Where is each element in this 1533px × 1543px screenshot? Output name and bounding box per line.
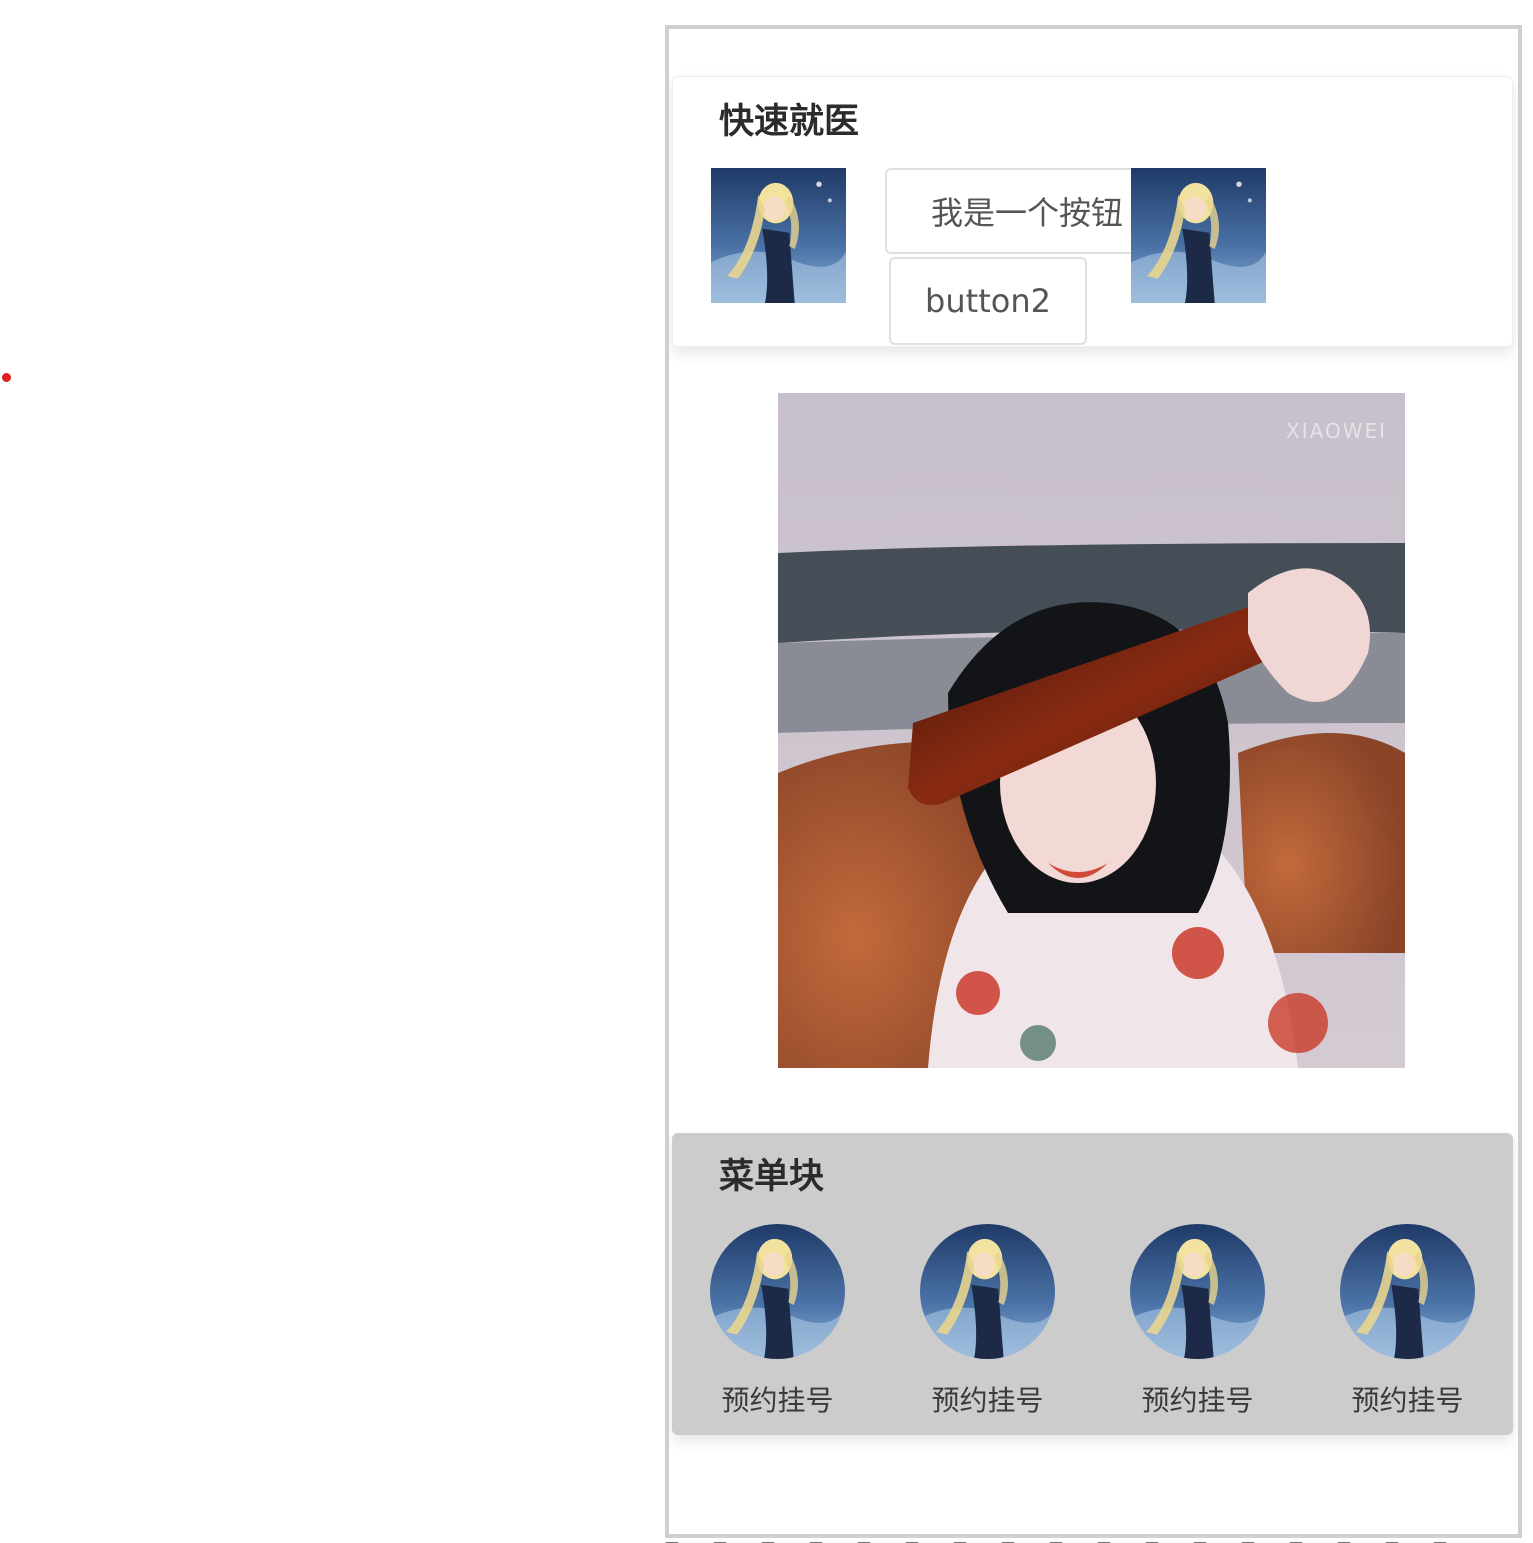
- primary-button[interactable]: 我是一个按钮: [885, 168, 1135, 254]
- indicator-dot: [2, 373, 11, 382]
- menu-item-label: 预约挂号: [1351, 1384, 1464, 1417]
- feature-photo: XIAOWEI: [778, 393, 1405, 1068]
- anime-thumbnail-image: [711, 168, 846, 303]
- menu-block-title: 菜单块: [719, 1157, 825, 1197]
- secondary-button[interactable]: button2: [889, 257, 1087, 345]
- anime-avatar-icon: [1340, 1224, 1475, 1359]
- menu-block-card: 菜单块 预约挂号 预约挂号 预约挂号 预约挂号: [672, 1133, 1513, 1435]
- quick-medical-title: 快速就医: [719, 102, 860, 142]
- menu-item-appointment[interactable]: 预约挂号: [710, 1224, 845, 1417]
- menu-item-label: 预约挂号: [1141, 1384, 1254, 1417]
- anime-thumbnail-image: [1131, 168, 1266, 303]
- phone-frame: 快速就医 我是一个按钮 button2 XIAOWEI 菜单块 预约挂号 预约挂…: [665, 25, 1522, 1538]
- photo-watermark: XIAOWEI: [1286, 419, 1387, 443]
- menu-item-appointment[interactable]: 预约挂号: [1130, 1224, 1265, 1417]
- clipped-overflow-text: [665, 1533, 1525, 1543]
- menu-item-appointment[interactable]: 预约挂号: [1340, 1224, 1475, 1417]
- anime-avatar-icon: [1130, 1224, 1265, 1359]
- anime-avatar-icon: [710, 1224, 845, 1359]
- menu-item-appointment[interactable]: 预约挂号: [920, 1224, 1055, 1417]
- quick-medical-card: 快速就医 我是一个按钮 button2: [672, 76, 1513, 347]
- menu-item-label: 预约挂号: [931, 1384, 1044, 1417]
- anime-avatar-icon: [920, 1224, 1055, 1359]
- menu-item-label: 预约挂号: [721, 1384, 834, 1417]
